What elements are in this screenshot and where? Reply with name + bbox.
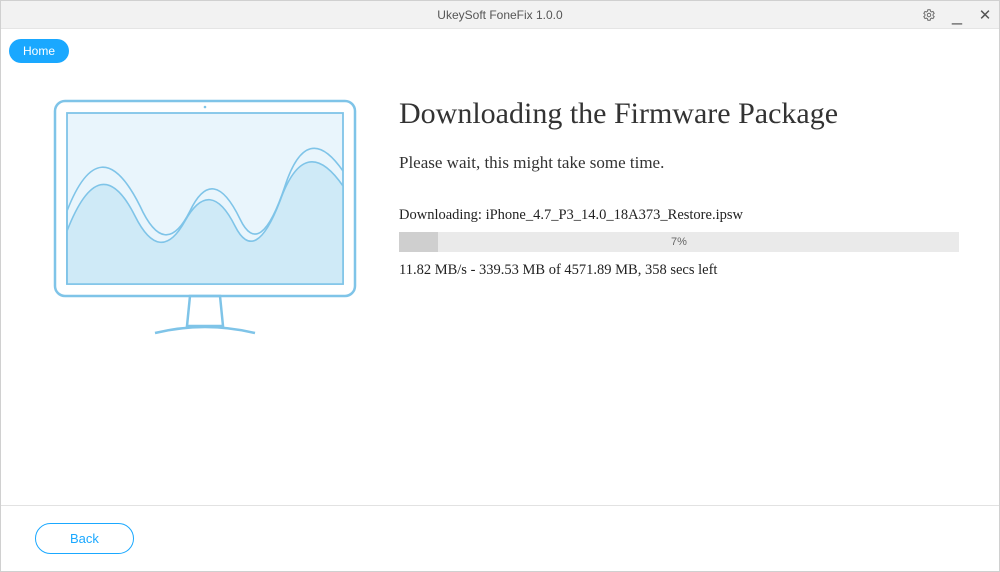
window-controls: _ ✕ bbox=[921, 1, 993, 29]
content-area: Downloading the Firmware Package Please … bbox=[1, 63, 999, 505]
gear-icon[interactable] bbox=[921, 7, 937, 23]
page-subtext: Please wait, this might take some time. bbox=[399, 153, 965, 173]
window-title: UkeySoft FoneFix 1.0.0 bbox=[1, 8, 999, 22]
monitor-illustration bbox=[45, 91, 365, 351]
tab-bar: Home bbox=[1, 29, 999, 63]
app-window: UkeySoft FoneFix 1.0.0 _ ✕ Home bbox=[0, 0, 1000, 572]
download-file-label: Downloading: iPhone_4.7_P3_14.0_18A373_R… bbox=[399, 207, 965, 224]
download-stats: 11.82 MB/s - 339.53 MB of 4571.89 MB, 35… bbox=[399, 262, 965, 279]
minimize-icon[interactable]: _ bbox=[949, 7, 965, 23]
back-button[interactable]: Back bbox=[35, 523, 134, 554]
page-heading: Downloading the Firmware Package bbox=[399, 97, 965, 131]
footer-bar: Back bbox=[1, 505, 999, 571]
progress-percent-text: 7% bbox=[399, 232, 959, 252]
title-bar: UkeySoft FoneFix 1.0.0 _ ✕ bbox=[1, 1, 999, 29]
illustration-panel bbox=[35, 91, 375, 505]
progress-bar: 7% bbox=[399, 232, 959, 252]
tab-home[interactable]: Home bbox=[9, 39, 69, 63]
right-panel: Downloading the Firmware Package Please … bbox=[375, 91, 965, 505]
close-icon[interactable]: ✕ bbox=[977, 7, 993, 23]
